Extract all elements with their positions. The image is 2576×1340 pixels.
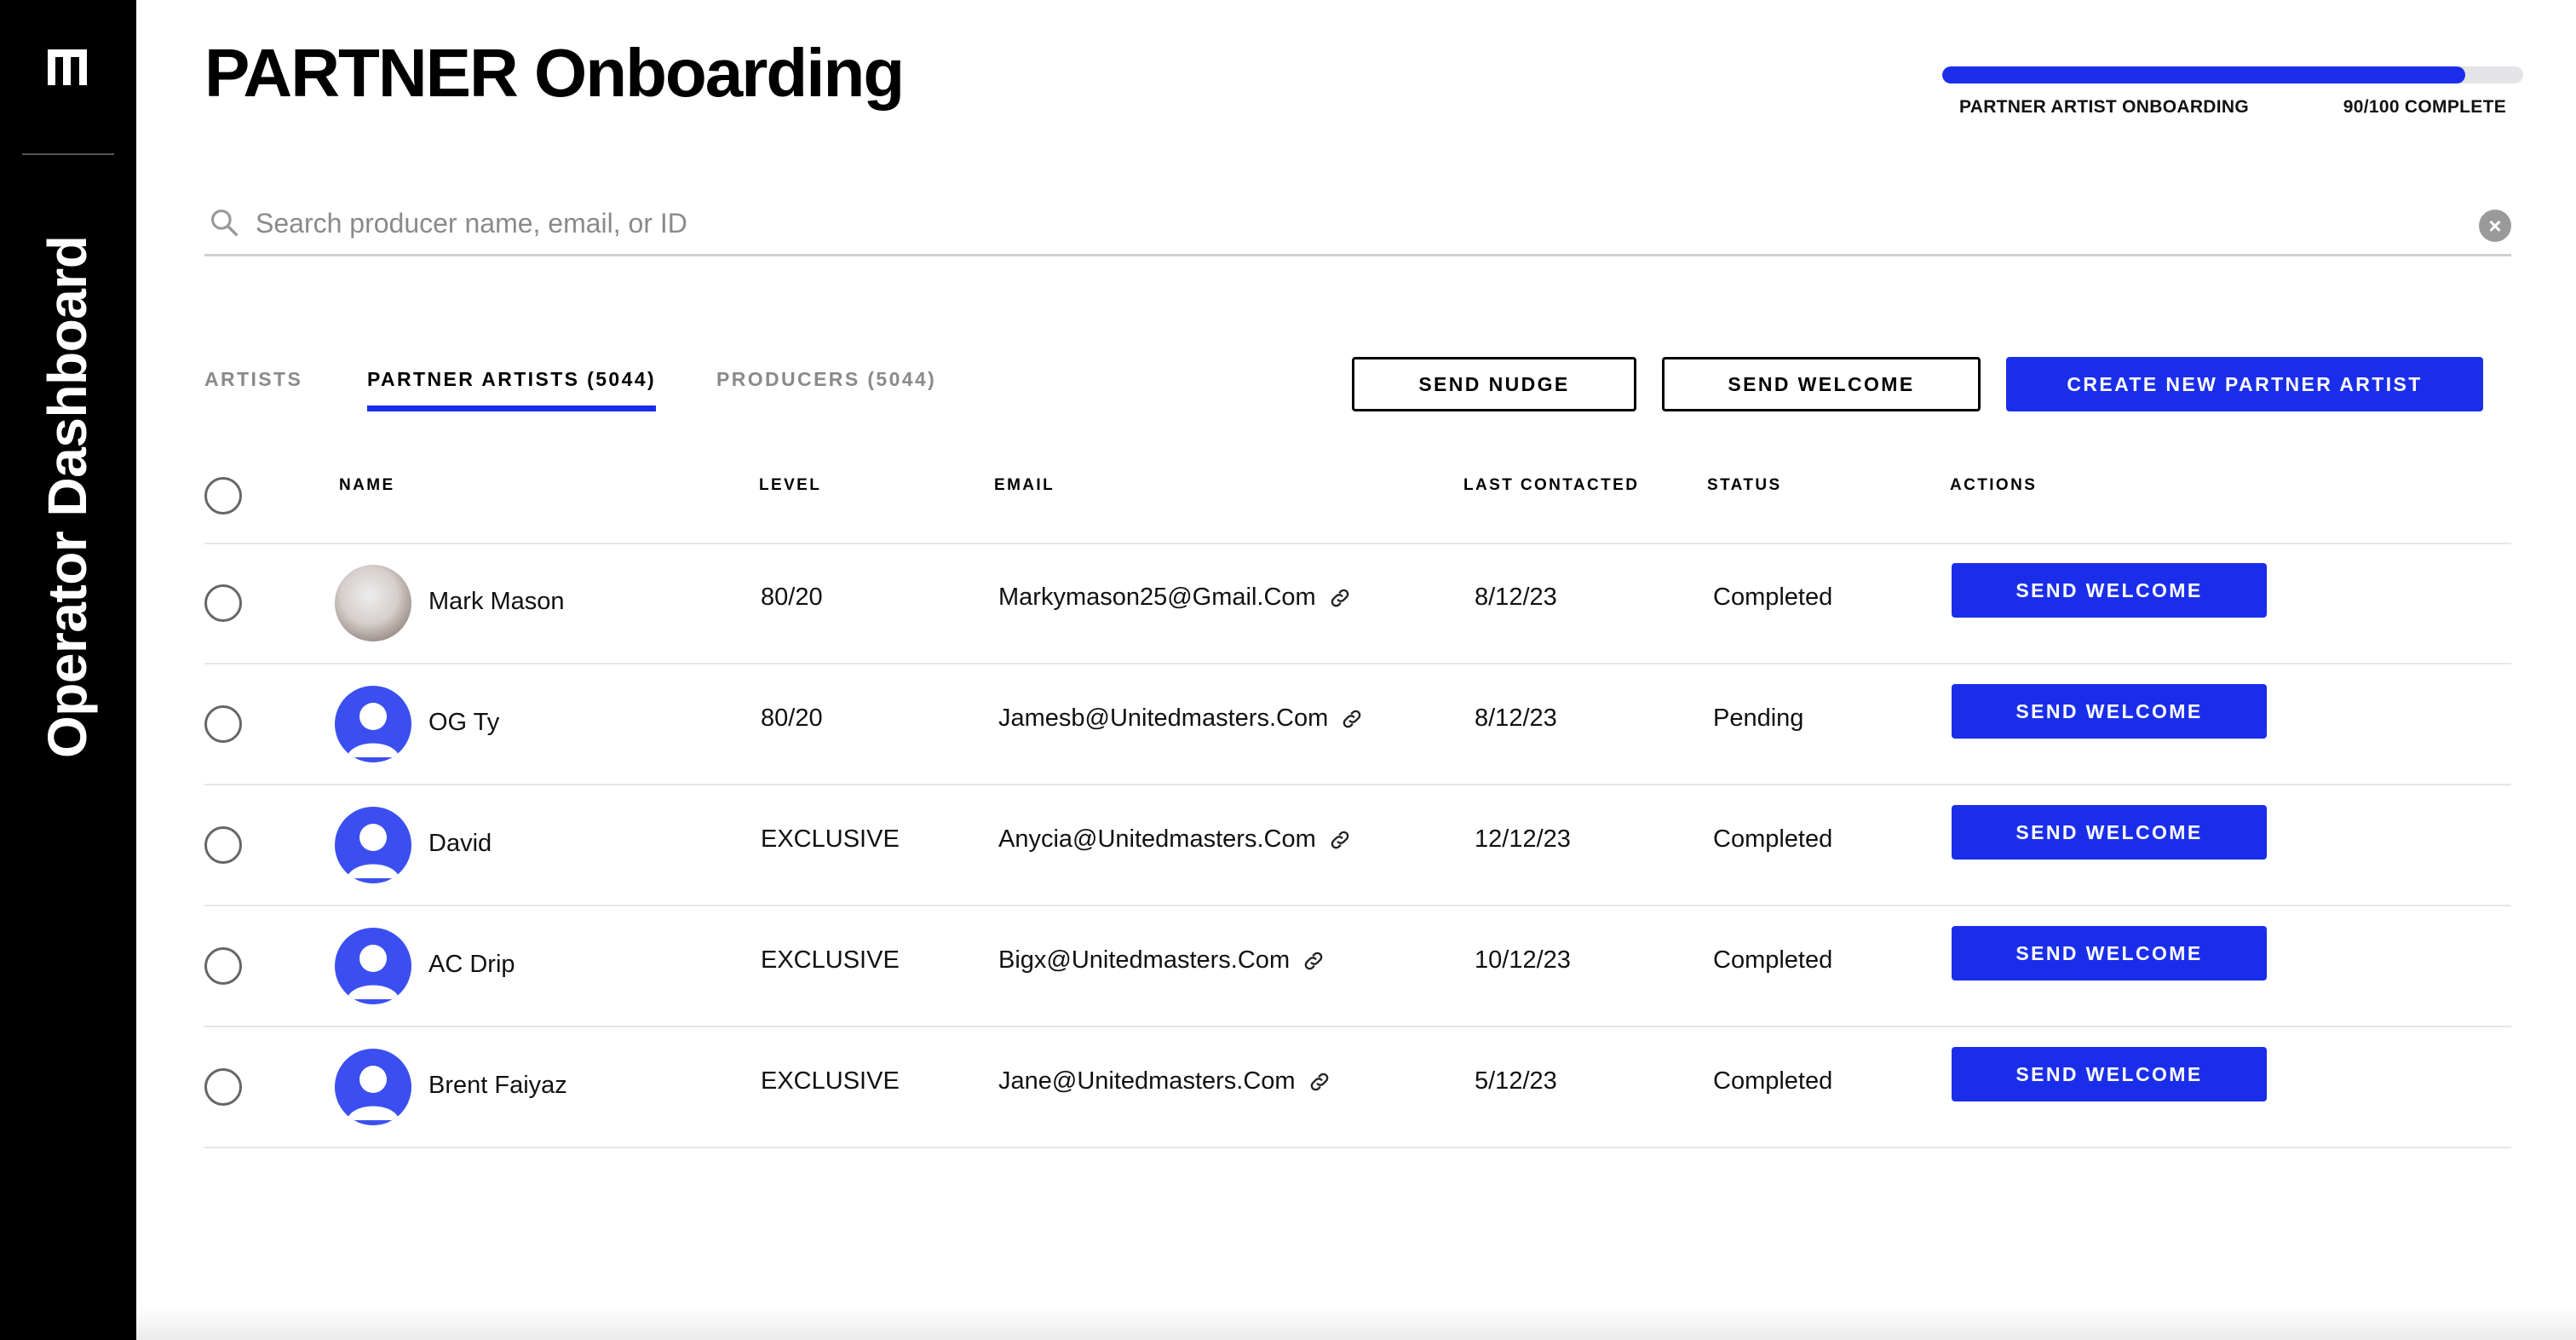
brand-logo-icon[interactable]	[48, 49, 87, 85]
artist-name: AC Drip	[428, 951, 515, 978]
row-checkbox[interactable]	[204, 705, 242, 743]
row-checkbox[interactable]	[204, 1068, 242, 1106]
artist-email[interactable]: Markymason25@Gmail.Com	[998, 584, 1352, 612]
search-bar: ×	[204, 196, 2511, 256]
status-text: Completed	[1713, 584, 1833, 611]
column-header-last-contacted: LAST CONTACTED	[1463, 476, 1640, 494]
status-text: Completed	[1713, 825, 1833, 853]
status-text: Pending	[1713, 705, 1804, 732]
search-input[interactable]	[254, 201, 2387, 245]
avatar	[335, 928, 411, 1004]
artist-level: 80/20	[761, 705, 823, 732]
artist-name: Mark Mason	[428, 588, 565, 615]
link-icon[interactable]	[1328, 828, 1352, 852]
artist-email[interactable]: Jane@Unitedmasters.Com	[998, 1067, 1331, 1096]
column-header-actions: ACTIONS	[1950, 476, 2038, 494]
progress-track	[1942, 66, 2523, 83]
tab-producers[interactable]: PRODUCERS (5044)	[716, 368, 936, 391]
column-header-level: LEVEL	[759, 476, 822, 494]
last-contacted: 8/12/23	[1475, 584, 1557, 611]
last-contacted: 12/12/23	[1475, 825, 1571, 853]
create-new-partner-artist-button[interactable]: CREATE NEW PARTNER ARTIST	[2006, 357, 2483, 411]
email-text[interactable]: Markymason25@Gmail.Com	[998, 584, 1316, 611]
email-text[interactable]: Bigx@Unitedmasters.Com	[998, 946, 1290, 974]
table-row: OG Ty 80/20 Jamesb@Unitedmasters.Com 8/12/2…	[0, 664, 2576, 785]
row-send-welcome-button[interactable]: SEND WELCOME	[1952, 1047, 2267, 1101]
row-send-welcome-button[interactable]: SEND WELCOME	[1952, 684, 2267, 739]
row-send-welcome-button[interactable]: SEND WELCOME	[1952, 563, 2267, 618]
last-contacted: 8/12/23	[1475, 705, 1557, 732]
table-row: Mark Mason 80/20 Markymason25@Gmail.Com 8/1…	[0, 543, 2576, 664]
avatar	[335, 565, 411, 641]
sidebar-divider	[22, 153, 114, 155]
row-divider	[204, 1147, 2511, 1148]
send-nudge-button[interactable]: SEND NUDGE	[1352, 357, 1636, 411]
page-title: PARTNER Onboarding	[204, 35, 905, 111]
last-contacted: 5/12/23	[1475, 1067, 1557, 1095]
progress-label: PARTNER ARTIST ONBOARDING	[1959, 97, 2249, 117]
status-text: Completed	[1713, 1067, 1833, 1095]
email-text[interactable]: Anycia@Unitedmasters.Com	[998, 825, 1316, 853]
send-welcome-button[interactable]: SEND WELCOME	[1662, 357, 1981, 411]
artist-level: 80/20	[761, 584, 823, 611]
clear-search-icon[interactable]: ×	[2479, 210, 2511, 242]
email-text[interactable]: Jamesb@Unitedmasters.Com	[998, 705, 1328, 732]
avatar	[335, 807, 411, 883]
search-icon	[210, 209, 238, 236]
tab-artists[interactable]: ARTISTS	[204, 368, 302, 391]
link-icon[interactable]	[1328, 586, 1352, 610]
artist-name: David	[428, 830, 492, 857]
select-all-checkbox[interactable]	[204, 477, 242, 515]
table-row: David EXCLUSIVE Anycia@Unitedmasters.Com 12…	[0, 785, 2576, 906]
artist-level: EXCLUSIVE	[761, 946, 900, 974]
link-icon[interactable]	[1302, 949, 1325, 973]
row-send-welcome-button[interactable]: SEND WELCOME	[1952, 805, 2267, 860]
bottom-shadow	[136, 1306, 2576, 1340]
tab-partner-artists[interactable]: PARTNER ARTISTS (5044)	[367, 368, 657, 411]
link-icon[interactable]	[1340, 707, 1364, 731]
table-row: Brent Faiyaz EXCLUSIVE Jane@Unitedmasters.…	[0, 1027, 2576, 1148]
artist-email[interactable]: Jamesb@Unitedmasters.Com	[998, 705, 1364, 733]
artist-name: Brent Faiyaz	[428, 1072, 567, 1099]
last-contacted: 10/12/23	[1475, 946, 1571, 974]
row-send-welcome-button[interactable]: SEND WELCOME	[1952, 926, 2267, 981]
artist-name: OG Ty	[428, 709, 500, 736]
row-checkbox[interactable]	[204, 584, 242, 622]
artist-email[interactable]: Bigx@Unitedmasters.Com	[998, 946, 1325, 975]
artist-level: EXCLUSIVE	[761, 1067, 900, 1095]
link-icon[interactable]	[1308, 1070, 1331, 1094]
row-checkbox[interactable]	[204, 826, 242, 864]
avatar	[335, 1049, 411, 1125]
status-text: Completed	[1713, 946, 1833, 974]
artist-level: EXCLUSIVE	[761, 825, 900, 853]
column-header-email: EMAIL	[994, 476, 1055, 494]
progress-fill	[1942, 66, 2465, 83]
onboarding-progress: PARTNER ARTIST ONBOARDING 90/100 COMPLET…	[1942, 66, 2523, 118]
row-checkbox[interactable]	[204, 947, 242, 985]
column-header-name: NAME	[339, 476, 395, 494]
progress-status: 90/100 COMPLETE	[2343, 97, 2506, 117]
column-header-status: STATUS	[1707, 476, 1782, 494]
artist-email[interactable]: Anycia@Unitedmasters.Com	[998, 825, 1352, 854]
table-row: AC Drip EXCLUSIVE Bigx@Unitedmasters.Com 10…	[0, 906, 2576, 1027]
email-text[interactable]: Jane@Unitedmasters.Com	[998, 1067, 1296, 1095]
avatar	[335, 686, 411, 762]
